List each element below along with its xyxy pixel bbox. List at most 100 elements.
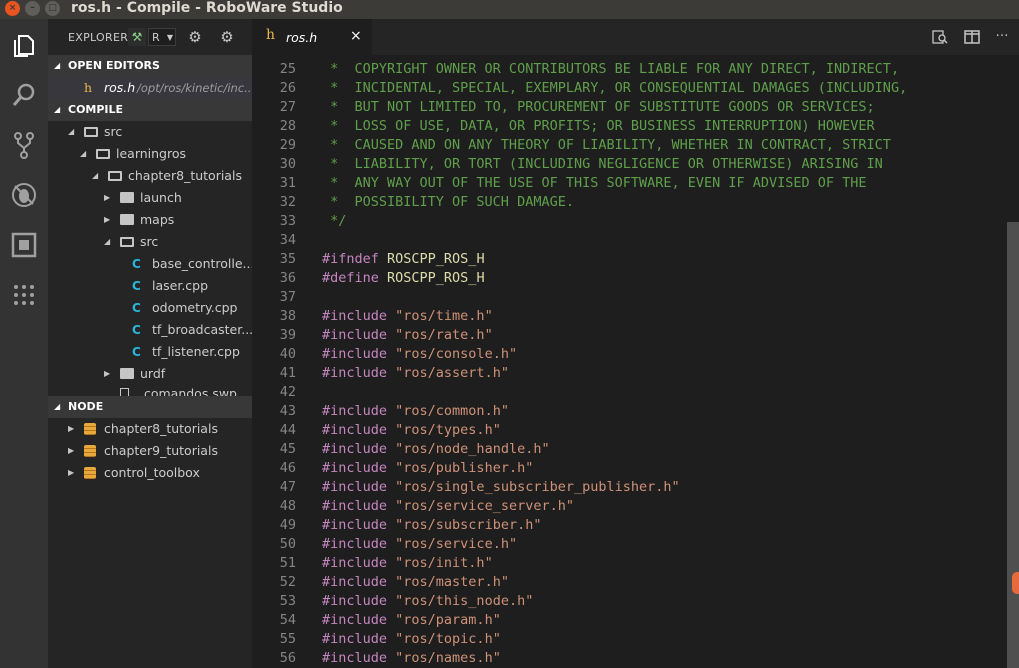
tree-item-laser-cpp[interactable]: C laser.cpp xyxy=(48,275,252,297)
code-line: #include "ros/node_handle.h" xyxy=(322,440,550,459)
tab-ros-h[interactable]: h ros.h × xyxy=(252,19,372,55)
tree-item-base-controller[interactable]: C base_controlle... xyxy=(48,253,252,275)
title-bar: × – □ ros.h - Compile - RoboWare Studio xyxy=(0,0,1019,19)
package-icon xyxy=(84,423,96,435)
cpp-file-icon: C xyxy=(132,279,141,293)
window-minimize-button[interactable]: – xyxy=(25,1,40,16)
node-item-control-toolbox[interactable]: ▶ control_toolbox xyxy=(48,462,252,484)
include-path-string: "ros/master.h" xyxy=(387,574,509,590)
code-line: #include "ros/single_subscriber_publishe… xyxy=(322,478,680,497)
include-path-string: "ros/console.h" xyxy=(387,346,518,362)
code-line: #include "ros/param.h" xyxy=(322,611,501,630)
macro-name: ROSCPP_ROS_H xyxy=(378,251,485,267)
line-number: 46 xyxy=(279,460,296,476)
open-editors-section[interactable]: ◢ OPEN EDITORS xyxy=(48,55,252,77)
line-number: 48 xyxy=(279,498,296,514)
tree-item-src[interactable]: ◢ src xyxy=(48,121,252,143)
debug-icon[interactable] xyxy=(10,181,38,209)
preprocessor-directive: #include xyxy=(322,574,388,590)
preprocessor-directive: #include xyxy=(322,631,388,647)
notification-badge[interactable] xyxy=(1012,572,1019,594)
chevron-right-icon: ▶ xyxy=(104,193,111,202)
include-path-string: "ros/single_subscriber_publisher.h" xyxy=(387,479,680,495)
code-line: * ANY WAY OUT OF THE USE OF THIS SOFTWAR… xyxy=(322,175,867,191)
code-line: #include "ros/common.h" xyxy=(322,402,509,421)
code-line: #include "ros/types.h" xyxy=(322,421,501,440)
line-number: 40 xyxy=(279,346,296,362)
split-editor-icon[interactable] xyxy=(964,29,980,45)
package-icon xyxy=(84,445,96,457)
extensions-icon[interactable] xyxy=(10,231,38,259)
tree-item-learningros[interactable]: ◢ learningros xyxy=(48,143,252,165)
folder-open-icon xyxy=(108,171,122,181)
node-section[interactable]: ◢ NODE xyxy=(48,396,252,418)
tree-item-chapter8-tutorials[interactable]: ◢ chapter8_tutorials xyxy=(48,165,252,187)
code-line: * BUT NOT LIMITED TO, PROCUREMENT OF SUB… xyxy=(322,99,875,115)
tree-item-tf-broadcaster[interactable]: C tf_broadcaster... xyxy=(48,319,252,341)
line-number: 34 xyxy=(279,232,296,248)
explorer-label: EXPLORER xyxy=(68,31,129,44)
line-number: 31 xyxy=(279,175,296,191)
code-line: #include "ros/names.h" xyxy=(322,649,501,668)
include-path-string: "ros/service_server.h" xyxy=(387,498,574,514)
line-number: 49 xyxy=(279,517,296,533)
apps-grid-icon[interactable] xyxy=(10,281,38,309)
tree-item-maps[interactable]: ▶ maps xyxy=(48,209,252,231)
chevron-right-icon: ▶ xyxy=(68,468,75,477)
tab-close-button[interactable]: × xyxy=(350,28,362,44)
include-path-string: "ros/assert.h" xyxy=(387,365,509,381)
window-maximize-button[interactable]: □ xyxy=(45,1,60,16)
settings-gear-icon[interactable]: ⚙ xyxy=(186,28,204,46)
code-line: */ xyxy=(322,213,347,229)
open-editor-item[interactable]: h ros.h /opt/ros/kinetic/inc... xyxy=(48,77,252,99)
preprocessor-directive: #include xyxy=(322,536,388,552)
include-path-string: "ros/rate.h" xyxy=(387,327,493,343)
tree-item-tf-listener-cpp[interactable]: C tf_listener.cpp xyxy=(48,341,252,363)
more-actions-icon[interactable]: … xyxy=(994,25,1010,41)
node-item-chapter8[interactable]: ▶ chapter8_tutorials xyxy=(48,418,252,440)
include-path-string: "ros/service.h" xyxy=(387,536,518,552)
node-item-chapter9[interactable]: ▶ chapter9_tutorials xyxy=(48,440,252,462)
code-editor[interactable]: 25 * COPYRIGHT OWNER OR CONTRIBUTORS BE … xyxy=(252,55,1007,668)
chevron-down-icon: ◢ xyxy=(80,149,87,158)
folder-icon xyxy=(120,214,134,225)
chevron-down-icon: ◢ xyxy=(54,61,61,70)
config-gear-icon[interactable]: ⚙ xyxy=(218,28,236,46)
preprocessor-directive: #include xyxy=(322,327,388,343)
tree-item-odometry-cpp[interactable]: C odometry.cpp xyxy=(48,297,252,319)
tree-item-src-inner[interactable]: ◢ src xyxy=(48,231,252,253)
compile-section[interactable]: ◢ COMPILE xyxy=(48,99,252,121)
project-select[interactable]: R ▼ xyxy=(148,28,176,46)
preprocessor-directive: #include xyxy=(322,593,388,609)
preprocessor-directive: #include xyxy=(322,422,388,438)
folder-icon xyxy=(120,192,134,203)
line-number: 36 xyxy=(279,270,296,286)
code-line: #include "ros/time.h" xyxy=(322,307,493,326)
chevron-down-icon: ◢ xyxy=(92,171,99,180)
editor-scrollbar-thumb[interactable] xyxy=(1007,222,1019,668)
chevron-down-icon: ◢ xyxy=(68,127,75,136)
include-path-string: "ros/names.h" xyxy=(387,650,501,666)
chevron-right-icon: ▶ xyxy=(68,446,75,455)
explorer-sidebar: EXPLORER ⚒ R ▼ ⚙ ⚙ ◢ OPEN EDITORS h ros.h… xyxy=(48,19,252,668)
code-line: #include "ros/service.h" xyxy=(322,535,517,554)
line-number: 25 xyxy=(279,61,296,77)
build-hammer-icon[interactable]: ⚒ xyxy=(128,28,146,46)
activity-bar xyxy=(0,19,48,668)
line-number: 51 xyxy=(279,555,296,571)
code-line: #include "ros/publisher.h" xyxy=(322,459,533,478)
source-control-icon[interactable] xyxy=(10,131,38,159)
preprocessor-directive: #include xyxy=(322,460,388,476)
search-icon[interactable] xyxy=(10,81,38,109)
window-close-button[interactable]: × xyxy=(5,1,20,16)
folder-open-icon xyxy=(84,127,98,137)
preprocessor-directive: #include xyxy=(322,612,388,628)
files-icon[interactable] xyxy=(10,31,38,59)
tree-item-launch[interactable]: ▶ launch xyxy=(48,187,252,209)
find-in-files-icon[interactable] xyxy=(932,29,948,45)
header-file-icon: h xyxy=(84,80,93,95)
include-path-string: "ros/types.h" xyxy=(387,422,501,438)
code-line: #include "ros/subscriber.h" xyxy=(322,516,541,535)
tree-item-urdf[interactable]: ▶ urdf xyxy=(48,363,252,385)
code-line: #define ROSCPP_ROS_H xyxy=(322,269,485,288)
